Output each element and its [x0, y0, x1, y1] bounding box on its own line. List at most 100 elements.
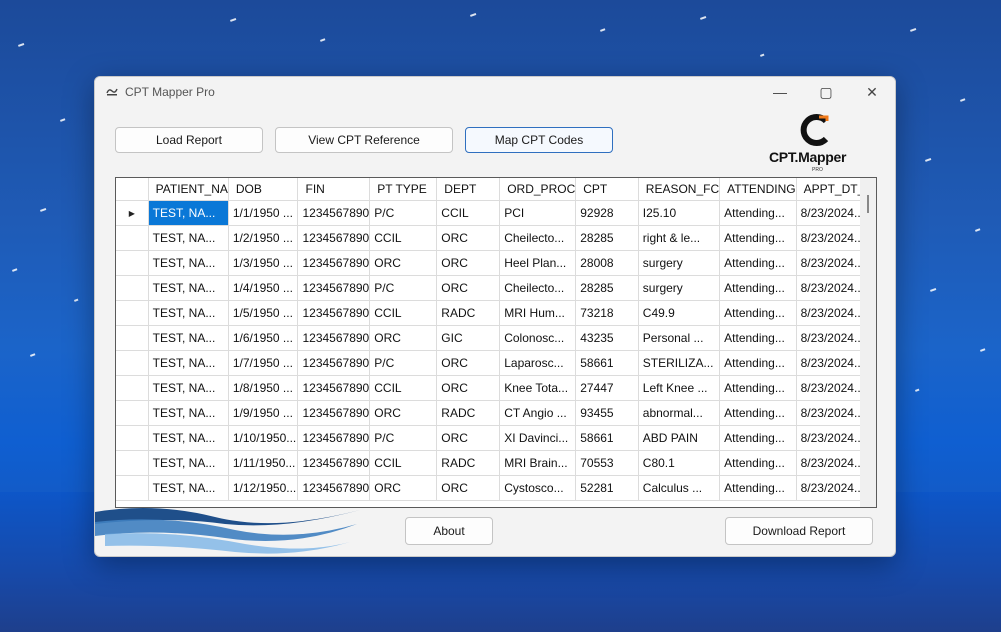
cell-pt-type[interactable]: CCIL [369, 225, 438, 251]
cell-dept[interactable]: ORC [436, 225, 501, 251]
cell-pt-type[interactable]: ORC [369, 475, 438, 501]
cell-attending[interactable]: Attending... [719, 375, 797, 401]
cell-ord-proc[interactable]: MRI Hum... [499, 300, 577, 326]
minimize-button[interactable]: — [757, 77, 803, 107]
cell-dob[interactable]: 1/12/1950... [228, 475, 299, 501]
title-bar[interactable]: CPT Mapper Pro — ▢ ✕ [95, 77, 895, 107]
cell-dob[interactable]: 1/10/1950... [228, 425, 299, 451]
cell-patient-name[interactable]: TEST, NA... [148, 475, 229, 501]
data-grid[interactable]: PATIENT_NA DOB FIN PT TYPE DEPT ORD_PROC… [115, 177, 877, 508]
column-header-fin[interactable]: FIN [297, 178, 371, 201]
cell-patient-name[interactable]: TEST, NA... [148, 325, 229, 351]
download-report-button[interactable]: Download Report [725, 517, 873, 545]
row-header[interactable]: ▶ [116, 200, 149, 226]
cell-pt-type[interactable]: ORC [369, 400, 438, 426]
cell-attending[interactable]: Attending... [719, 300, 797, 326]
cell-attending[interactable]: Attending... [719, 475, 797, 501]
table-row[interactable]: TEST, NA... 1/7/1950 ... 1234567890 P/C ORC L… [116, 350, 876, 376]
cell-attending[interactable]: Attending... [719, 200, 797, 226]
cell-ord-proc[interactable]: Laparosc... [499, 350, 577, 376]
about-button[interactable]: About [405, 517, 493, 545]
cell-pt-type[interactable]: P/C [369, 425, 438, 451]
cell-reason[interactable]: STERILIZA... [638, 350, 721, 376]
cell-dept[interactable]: CCIL [436, 200, 501, 226]
column-header-attending[interactable]: ATTENDING [719, 178, 797, 201]
table-row[interactable]: TEST, NA... 1/12/1950... 1234567890 ORC ORC C… [116, 475, 876, 501]
cell-cpt[interactable]: 92928 [575, 200, 639, 226]
load-report-button[interactable]: Load Report [115, 127, 263, 153]
cell-attending[interactable]: Attending... [719, 450, 797, 476]
cell-fin[interactable]: 1234567890 [297, 250, 371, 276]
cell-fin[interactable]: 1234567890 [297, 350, 371, 376]
cell-pt-type[interactable]: CCIL [369, 375, 438, 401]
cell-ord-proc[interactable]: CT Angio ... [499, 400, 577, 426]
cell-dob[interactable]: 1/4/1950 ... [228, 275, 299, 301]
cell-attending[interactable]: Attending... [719, 275, 797, 301]
column-header-reason[interactable]: REASON_FC [638, 178, 721, 201]
maximize-button[interactable]: ▢ [803, 77, 849, 107]
cell-reason[interactable]: surgery [638, 250, 721, 276]
cell-reason[interactable]: Calculus ... [638, 475, 721, 501]
cell-dob[interactable]: 1/8/1950 ... [228, 375, 299, 401]
cell-attending[interactable]: Attending... [719, 350, 797, 376]
column-header-dob[interactable]: DOB [228, 178, 299, 201]
cell-ord-proc[interactable]: MRI Brain... [499, 450, 577, 476]
cell-reason[interactable]: surgery [638, 275, 721, 301]
cell-dept[interactable]: ORC [436, 375, 501, 401]
cell-cpt[interactable]: 52281 [575, 475, 639, 501]
cell-cpt[interactable]: 27447 [575, 375, 639, 401]
cell-cpt[interactable]: 93455 [575, 400, 639, 426]
table-row[interactable]: ▶ TEST, NA... 1/1/1950 ... 1234567890 P/C CCI… [116, 200, 876, 226]
table-row[interactable]: TEST, NA... 1/10/1950... 1234567890 P/C ORC X… [116, 425, 876, 451]
cell-patient-name[interactable]: TEST, NA... [148, 225, 229, 251]
cell-ord-proc[interactable]: Cheilecto... [499, 275, 577, 301]
cell-fin[interactable]: 1234567890 [297, 450, 371, 476]
cell-pt-type[interactable]: CCIL [369, 300, 438, 326]
cell-cpt[interactable]: 58661 [575, 350, 639, 376]
cell-reason[interactable]: right & le... [638, 225, 721, 251]
row-header[interactable] [116, 450, 149, 476]
cell-dept[interactable]: ORC [436, 275, 501, 301]
cell-patient-name[interactable]: TEST, NA... [148, 250, 229, 276]
column-header-patient-name[interactable]: PATIENT_NA [148, 178, 229, 201]
row-header[interactable] [116, 350, 149, 376]
map-cpt-codes-button[interactable]: Map CPT Codes [465, 127, 613, 153]
cell-dob[interactable]: 1/2/1950 ... [228, 225, 299, 251]
cell-dept[interactable]: ORC [436, 475, 501, 501]
cell-ord-proc[interactable]: Cheilecto... [499, 225, 577, 251]
cell-cpt[interactable]: 28008 [575, 250, 639, 276]
cell-attending[interactable]: Attending... [719, 250, 797, 276]
cell-reason[interactable]: Personal ... [638, 325, 721, 351]
cell-cpt[interactable]: 73218 [575, 300, 639, 326]
cell-dept[interactable]: ORC [436, 250, 501, 276]
table-row[interactable]: TEST, NA... 1/5/1950 ... 1234567890 CCIL RAD… [116, 300, 876, 326]
cell-fin[interactable]: 1234567890 [297, 225, 371, 251]
cell-patient-name[interactable]: TEST, NA... [148, 375, 229, 401]
cell-ord-proc[interactable]: Colonosc... [499, 325, 577, 351]
cell-patient-name[interactable]: TEST, NA... [148, 275, 229, 301]
cell-reason[interactable]: I25.10 [638, 200, 721, 226]
table-row[interactable]: TEST, NA... 1/9/1950 ... 1234567890 ORC RADC… [116, 400, 876, 426]
cell-ord-proc[interactable]: XI Davinci... [499, 425, 577, 451]
cell-attending[interactable]: Attending... [719, 325, 797, 351]
table-row[interactable]: TEST, NA... 1/3/1950 ... 1234567890 ORC ORC H… [116, 250, 876, 276]
cell-cpt[interactable]: 28285 [575, 225, 639, 251]
cell-dob[interactable]: 1/9/1950 ... [228, 400, 299, 426]
cell-patient-name[interactable]: TEST, NA... [148, 425, 229, 451]
cell-dob[interactable]: 1/1/1950 ... [228, 200, 299, 226]
cell-fin[interactable]: 1234567890 [297, 425, 371, 451]
cell-ord-proc[interactable]: Knee Tota... [499, 375, 577, 401]
cell-fin[interactable]: 1234567890 [297, 375, 371, 401]
column-header-cpt[interactable]: CPT [575, 178, 639, 201]
row-header[interactable] [116, 475, 149, 501]
table-row[interactable]: TEST, NA... 1/11/1950... 1234567890 CCIL RAD… [116, 450, 876, 476]
cell-dept[interactable]: ORC [436, 350, 501, 376]
row-header[interactable] [116, 325, 149, 351]
cell-dept[interactable]: RADC [436, 450, 501, 476]
column-header-ord-proc[interactable]: ORD_PROC [499, 178, 577, 201]
cell-fin[interactable]: 1234567890 [297, 400, 371, 426]
cell-pt-type[interactable]: P/C [369, 275, 438, 301]
cell-dob[interactable]: 1/3/1950 ... [228, 250, 299, 276]
cell-ord-proc[interactable]: Heel Plan... [499, 250, 577, 276]
table-row[interactable]: TEST, NA... 1/8/1950 ... 1234567890 CCIL ORC… [116, 375, 876, 401]
